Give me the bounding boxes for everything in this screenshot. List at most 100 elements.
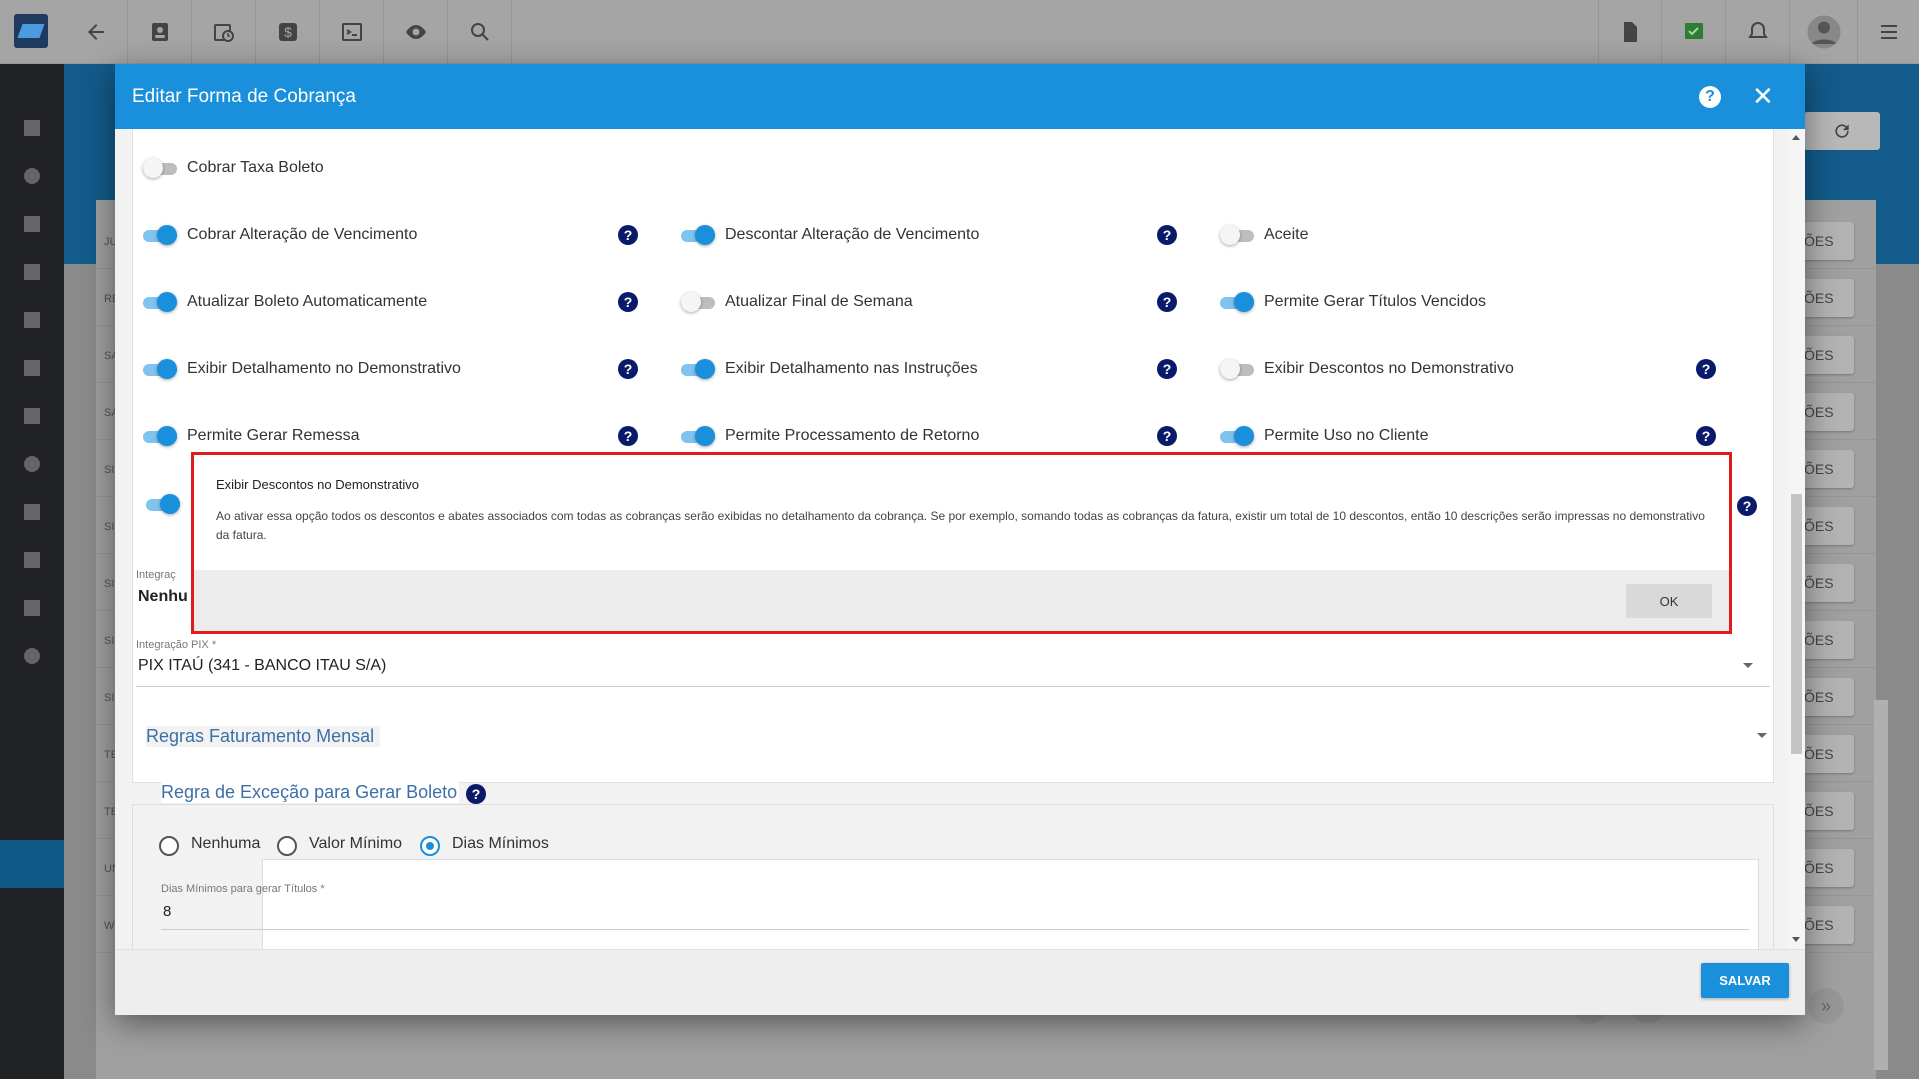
- sidebar-book-icon[interactable]: [24, 264, 40, 280]
- toggle-switch[interactable]: [681, 359, 715, 379]
- row-action-button[interactable]: ÕES: [1800, 564, 1854, 602]
- help-dialog-body: Ao ativar essa opção todos os descontos …: [216, 509, 1705, 542]
- help-question-icon[interactable]: ?: [1696, 426, 1716, 446]
- help-question-icon[interactable]: ?: [618, 225, 638, 245]
- toggle-switch[interactable]: [681, 292, 715, 312]
- row-action-button[interactable]: ÕES: [1800, 336, 1854, 374]
- modal-title: Editar Forma de Cobrança: [132, 86, 356, 107]
- toggle-label: Permite Gerar Títulos Vencidos: [1264, 293, 1487, 310]
- sidebar-gear-icon[interactable]: [24, 648, 40, 664]
- toggle-switch[interactable]: [143, 225, 177, 245]
- toggle-label: Exibir Detalhamento no Demonstrativo: [187, 360, 461, 377]
- calendar-clock-icon[interactable]: [192, 0, 256, 64]
- scroll-thumb[interactable]: [1791, 494, 1802, 754]
- row-action-button[interactable]: ÕES: [1800, 678, 1854, 716]
- chevron-down-icon[interactable]: [1757, 733, 1767, 738]
- sidebar-chart-icon[interactable]: [24, 168, 40, 184]
- help-question-icon[interactable]: ?: [1737, 496, 1757, 516]
- pix-label: Integração PIX *: [136, 639, 217, 651]
- help-icon[interactable]: ?: [1699, 86, 1721, 108]
- ok-button[interactable]: OK: [1626, 584, 1712, 618]
- sidebar-list-icon[interactable]: [24, 504, 40, 520]
- sidebar-contacts-icon[interactable]: [24, 216, 40, 232]
- row-action-button[interactable]: ÕES: [1800, 222, 1854, 260]
- avatar-icon[interactable]: [1790, 0, 1858, 64]
- row-action-button[interactable]: ÕES: [1800, 393, 1854, 431]
- toggle-switch[interactable]: [1220, 426, 1254, 446]
- row-action-button[interactable]: ÕES: [1800, 450, 1854, 488]
- row-action-button[interactable]: ÕES: [1800, 621, 1854, 659]
- close-icon[interactable]: ✕: [1752, 83, 1774, 109]
- pdf-icon[interactable]: [1598, 0, 1662, 64]
- toggle-label: Exibir Descontos no Demonstrativo: [1264, 360, 1514, 377]
- row-action-button[interactable]: ÕES: [1800, 507, 1854, 545]
- integracao-select[interactable]: Nenhu: [138, 588, 188, 606]
- toggle-switch[interactable]: [1220, 292, 1254, 312]
- help-question-icon[interactable]: ?: [1157, 426, 1177, 446]
- sidebar-document-icon[interactable]: [24, 600, 40, 616]
- eye-icon[interactable]: [384, 0, 448, 64]
- save-button[interactable]: SALVAR: [1701, 963, 1789, 998]
- sidebar-dashboard-icon[interactable]: [24, 120, 40, 136]
- partial-toggle[interactable]: [146, 494, 180, 514]
- row-action-button[interactable]: ÕES: [1800, 906, 1854, 944]
- sidebar-money-icon[interactable]: [24, 408, 40, 424]
- toggle-label: Atualizar Boleto Automaticamente: [187, 293, 428, 310]
- help-question-icon[interactable]: ?: [1696, 359, 1716, 379]
- help-question-icon[interactable]: ?: [466, 784, 486, 804]
- check-icon[interactable]: [1662, 0, 1726, 64]
- dias-underline: [161, 929, 1749, 930]
- radio-label: Dias Mínimos: [452, 835, 549, 852]
- modal-scrollbar[interactable]: [1788, 129, 1805, 949]
- help-question-icon[interactable]: ?: [618, 426, 638, 446]
- toggle-switch[interactable]: [143, 426, 177, 446]
- sidebar-box-icon[interactable]: [24, 360, 40, 376]
- row-action-button[interactable]: ÕES: [1800, 849, 1854, 887]
- contacts-icon[interactable]: [128, 0, 192, 64]
- chevron-down-icon[interactable]: [1743, 663, 1753, 668]
- pix-select[interactable]: PIX ITAÚ (341 - BANCO ITAU S/A): [138, 657, 386, 675]
- sidebar-server-icon[interactable]: [24, 552, 40, 568]
- radio-button[interactable]: [420, 836, 440, 856]
- pagination-next-icon[interactable]: »: [1808, 988, 1844, 1024]
- modal-header: Editar Forma de Cobrança ? ✕: [115, 64, 1805, 129]
- sidebar-calendar-icon[interactable]: [24, 312, 40, 328]
- help-question-icon[interactable]: ?: [1157, 359, 1177, 379]
- help-question-icon[interactable]: ?: [618, 292, 638, 312]
- sidebar-user-icon[interactable]: [24, 456, 40, 472]
- toggle-switch[interactable]: [143, 292, 177, 312]
- toggle-label: Aceite: [1264, 226, 1309, 243]
- radio-button[interactable]: [277, 836, 297, 856]
- radio-label: Nenhuma: [191, 835, 261, 852]
- toggle-label: Atualizar Final de Semana: [725, 293, 913, 310]
- sidebar-active-item[interactable]: [0, 840, 64, 888]
- toggle-switch[interactable]: [1220, 359, 1254, 379]
- toggle-switch[interactable]: [681, 426, 715, 446]
- help-question-icon[interactable]: ?: [618, 359, 638, 379]
- app-logo[interactable]: [14, 14, 48, 48]
- dias-label: Dias Mínimos para gerar Títulos *: [161, 883, 325, 895]
- page-scrollbar[interactable]: [1874, 700, 1888, 1070]
- toggle-switch[interactable]: [143, 158, 177, 178]
- row-action-button[interactable]: ÕES: [1800, 279, 1854, 317]
- bell-icon[interactable]: [1726, 0, 1790, 64]
- dias-input[interactable]: 8: [163, 903, 171, 920]
- help-question-icon[interactable]: ?: [1157, 292, 1177, 312]
- scroll-up-icon[interactable]: [1792, 135, 1800, 140]
- dollar-icon[interactable]: $: [256, 0, 320, 64]
- toggle-switch[interactable]: [1220, 225, 1254, 245]
- refresh-icon[interactable]: [1804, 112, 1880, 150]
- back-arrow-icon[interactable]: [64, 0, 128, 64]
- terminal-icon[interactable]: [320, 0, 384, 64]
- radio-button[interactable]: [159, 836, 179, 856]
- menu-icon[interactable]: [1858, 0, 1919, 64]
- toggle-label: Descontar Alteração de Vencimento: [725, 226, 980, 243]
- row-action-button[interactable]: ÕES: [1800, 735, 1854, 773]
- toggle-switch[interactable]: [143, 359, 177, 379]
- toggle-label: Cobrar Taxa Boleto: [187, 159, 324, 176]
- row-action-button[interactable]: ÕES: [1800, 792, 1854, 830]
- scroll-down-icon[interactable]: [1792, 937, 1800, 942]
- search-icon[interactable]: [448, 0, 512, 64]
- toggle-switch[interactable]: [681, 225, 715, 245]
- help-question-icon[interactable]: ?: [1157, 225, 1177, 245]
